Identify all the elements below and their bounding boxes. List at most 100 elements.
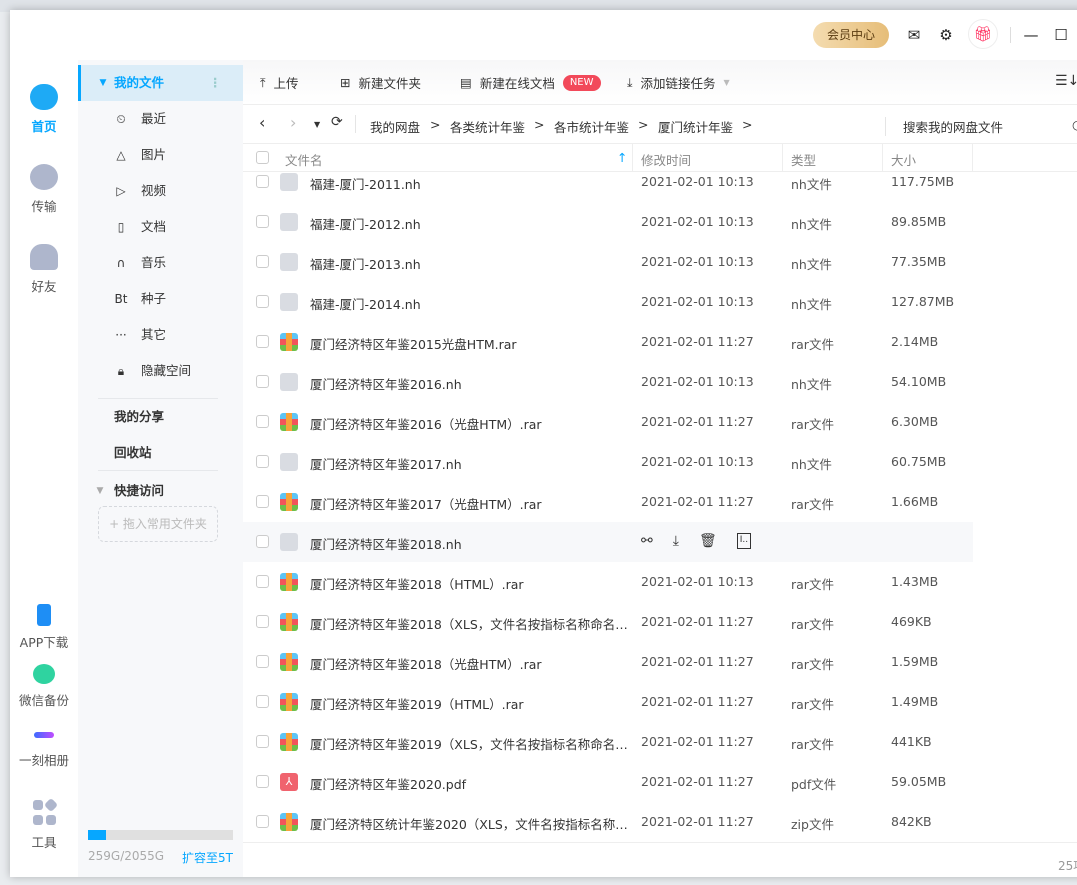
nav-home[interactable]: 首页 bbox=[10, 84, 78, 135]
table-row[interactable]: 福建-厦门-2014.nh 2021-02-01 10:13 nh文件 127.8… bbox=[243, 282, 973, 322]
table-row[interactable]: 厦门经济特区年鉴2018（XLS，文件名按指标名称命名）.rar 2021-02-… bbox=[243, 602, 973, 642]
row-checkbox[interactable] bbox=[256, 655, 269, 668]
delete-icon[interactable]: 🗑︎ bbox=[699, 533, 717, 549]
table-row[interactable]: 厦门经济特区统计年鉴2020（XLS，文件名按指标名称命名）.zip 2021-0… bbox=[243, 802, 973, 842]
table-row[interactable]: 福建-厦门-2012.nh 2021-02-01 10:13 nh文件 89.85… bbox=[243, 202, 973, 242]
table-row[interactable]: 厦门经济特区年鉴2018（光盘HTM）.rar 2021-02-01 11:27 … bbox=[243, 642, 973, 682]
file-name[interactable]: 厦门经济特区年鉴2018（光盘HTM）.rar bbox=[310, 654, 630, 673]
sidebar-item-my-share[interactable]: 我的分享 bbox=[78, 399, 243, 435]
nav-wechat-backup[interactable]: 微信备份 bbox=[10, 664, 78, 709]
sidebar-item-recycle[interactable]: 回收站 bbox=[78, 435, 243, 471]
row-checkbox[interactable] bbox=[256, 335, 269, 348]
file-name[interactable]: 福建-厦门-2012.nh bbox=[310, 214, 630, 233]
row-checkbox[interactable] bbox=[256, 615, 269, 628]
more-icon[interactable]: ⋮ bbox=[209, 65, 222, 101]
breadcrumb-item[interactable]: 各类统计年鉴 bbox=[450, 117, 525, 136]
table-row[interactable]: 厦门经济特区年鉴2019（HTML）.rar 2021-02-01 11:27 r… bbox=[243, 682, 973, 722]
row-checkbox[interactable] bbox=[256, 215, 269, 228]
table-row[interactable]: ⅄ 厦门经济特区年鉴2020.pdf 2021-02-01 11:27 pdf文件… bbox=[243, 762, 973, 802]
file-name[interactable]: 厦门经济特区年鉴2019（XLS，文件名按指标名称命名）.rar bbox=[310, 734, 630, 753]
row-checkbox[interactable] bbox=[256, 495, 269, 508]
file-name[interactable]: 福建-厦门-2011.nh bbox=[310, 174, 630, 193]
header-name[interactable]: 文件名 bbox=[285, 150, 323, 169]
sidebar-item-category[interactable]: Bt 种子 bbox=[78, 281, 243, 317]
table-row[interactable]: 厦门经济特区年鉴2018（HTML）.rar 2021-02-01 10:13 r… bbox=[243, 562, 973, 602]
gift-icon[interactable]: 🎁︎ bbox=[968, 19, 998, 49]
column-divider[interactable] bbox=[882, 144, 883, 172]
vip-center-button[interactable]: 会员中心 bbox=[813, 22, 889, 48]
file-name[interactable]: 福建-厦门-2014.nh bbox=[310, 294, 630, 313]
nav-tools[interactable]: 工具 bbox=[10, 797, 78, 851]
table-row[interactable]: 厦门经济特区年鉴2017（光盘HTM）.rar 2021-02-01 11:27 … bbox=[243, 482, 973, 522]
search-icon[interactable]: ○ bbox=[1072, 117, 1077, 132]
row-checkbox[interactable] bbox=[256, 535, 269, 548]
file-name[interactable]: 厦门经济特区年鉴2018（HTML）.rar bbox=[310, 574, 630, 593]
header-size[interactable]: 大小 bbox=[891, 150, 916, 169]
table-row[interactable]: 厦门经济特区年鉴2018.nh ⚯ ⤓ 🗑︎ I.. bbox=[243, 522, 973, 562]
select-all-checkbox[interactable] bbox=[256, 151, 269, 164]
row-checkbox[interactable] bbox=[256, 255, 269, 268]
file-name[interactable]: 厦门经济特区年鉴2019（HTML）.rar bbox=[310, 694, 630, 713]
sidebar-item-category[interactable]: ▯ 文档 bbox=[78, 209, 243, 245]
row-checkbox[interactable] bbox=[256, 695, 269, 708]
mail-icon[interactable]: ✉ bbox=[903, 24, 925, 46]
row-checkbox[interactable] bbox=[256, 575, 269, 588]
settings-icon[interactable]: ⚙ bbox=[935, 24, 957, 46]
nav-album[interactable]: 一刻相册 bbox=[10, 724, 78, 769]
row-checkbox[interactable] bbox=[256, 455, 269, 468]
download-icon[interactable]: ⤓ bbox=[673, 533, 679, 549]
table-row[interactable]: 厦门经济特区年鉴2016.nh 2021-02-01 10:13 nh文件 54.… bbox=[243, 362, 973, 402]
sidebar-item-category[interactable]: △ 图片 bbox=[78, 137, 243, 173]
breadcrumb-item[interactable]: 我的网盘 bbox=[370, 117, 420, 136]
table-row[interactable]: 福建-厦门-2011.nh 2021-02-01 10:13 nh文件 117.7… bbox=[243, 172, 973, 202]
row-checkbox[interactable] bbox=[256, 295, 269, 308]
column-divider[interactable] bbox=[972, 144, 973, 172]
sidebar-item-category[interactable]: ∩ 音乐 bbox=[78, 245, 243, 281]
file-name[interactable]: 福建-厦门-2013.nh bbox=[310, 254, 630, 273]
breadcrumb-item[interactable]: 厦门统计年鉴 bbox=[658, 117, 733, 136]
history-dropdown-icon[interactable]: ▼ bbox=[314, 120, 320, 129]
breadcrumb-item[interactable]: 各市统计年鉴 bbox=[554, 117, 629, 136]
rename-icon[interactable]: I.. bbox=[736, 533, 752, 549]
forward-icon[interactable]: › bbox=[290, 113, 296, 132]
new-folder-button[interactable]: ⊞ 新建文件夹 bbox=[340, 73, 421, 92]
row-checkbox[interactable] bbox=[256, 175, 269, 188]
new-online-doc-button[interactable]: ▤ 新建在线文档 NEW bbox=[460, 73, 601, 92]
sidebar-item-my-files[interactable]: ▼ 我的文件 ⋮ bbox=[78, 65, 243, 101]
table-row[interactable]: 厦门经济特区年鉴2019（XLS，文件名按指标名称命名）.rar 2021-02-… bbox=[243, 722, 973, 762]
file-name[interactable]: 厦门经济特区年鉴2015光盘HTM.rar bbox=[310, 334, 630, 353]
header-type[interactable]: 类型 bbox=[791, 150, 816, 169]
sidebar-item-category[interactable]: 🔒︎ 隐藏空间 bbox=[78, 353, 243, 389]
sidebar-item-category[interactable]: ▷ 视频 bbox=[78, 173, 243, 209]
column-divider[interactable] bbox=[632, 144, 633, 172]
sort-asc-icon[interactable]: ↑ bbox=[617, 150, 627, 165]
expand-storage-link[interactable]: 扩容至5T bbox=[182, 849, 233, 866]
refresh-icon[interactable]: ⟳ bbox=[331, 114, 343, 130]
sidebar-item-quick-access[interactable]: ▼ 快捷访问 bbox=[78, 473, 243, 509]
share-icon[interactable]: ⚯ bbox=[641, 533, 653, 549]
nav-transfer[interactable]: 传输 bbox=[10, 164, 78, 215]
table-row[interactable]: 厦门经济特区年鉴2016（光盘HTM）.rar 2021-02-01 11:27 … bbox=[243, 402, 973, 442]
row-checkbox[interactable] bbox=[256, 415, 269, 428]
row-checkbox[interactable] bbox=[256, 735, 269, 748]
column-divider[interactable] bbox=[782, 144, 783, 172]
sidebar-item-category[interactable]: ··· 其它 bbox=[78, 317, 243, 353]
file-name[interactable]: 厦门经济特区年鉴2016（光盘HTM）.rar bbox=[310, 414, 630, 433]
sidebar-item-category[interactable]: ⏲ 最近 bbox=[78, 101, 243, 137]
row-checkbox[interactable] bbox=[256, 815, 269, 828]
file-name[interactable]: 厦门经济特区年鉴2020.pdf bbox=[310, 774, 630, 793]
table-row[interactable]: 福建-厦门-2013.nh 2021-02-01 10:13 nh文件 77.35… bbox=[243, 242, 973, 282]
table-row[interactable]: 厦门经济特区年鉴2015光盘HTM.rar 2021-02-01 11:27 ra… bbox=[243, 322, 973, 362]
upload-button[interactable]: ⤒ 上传 bbox=[260, 73, 299, 92]
file-name[interactable]: 厦门经济特区年鉴2018.nh bbox=[310, 534, 630, 553]
maximize-button[interactable]: ☐ bbox=[1050, 24, 1072, 46]
row-checkbox[interactable] bbox=[256, 775, 269, 788]
file-name[interactable]: 厦门经济特区年鉴2018（XLS，文件名按指标名称命名）.rar bbox=[310, 614, 630, 633]
nav-app-download[interactable]: APP下载 bbox=[10, 604, 78, 651]
file-name[interactable]: 厦门经济特区统计年鉴2020（XLS，文件名按指标名称命名）.zip bbox=[310, 814, 630, 833]
table-row[interactable]: 厦门经济特区年鉴2017.nh 2021-02-01 10:13 nh文件 60.… bbox=[243, 442, 973, 482]
sort-icon[interactable]: ☰↓ bbox=[1055, 73, 1077, 89]
search-input[interactable]: 搜索我的网盘文件 bbox=[885, 117, 1003, 136]
file-name[interactable]: 厦门经济特区年鉴2016.nh bbox=[310, 374, 630, 393]
file-name[interactable]: 厦门经济特区年鉴2017（光盘HTM）.rar bbox=[310, 494, 630, 513]
